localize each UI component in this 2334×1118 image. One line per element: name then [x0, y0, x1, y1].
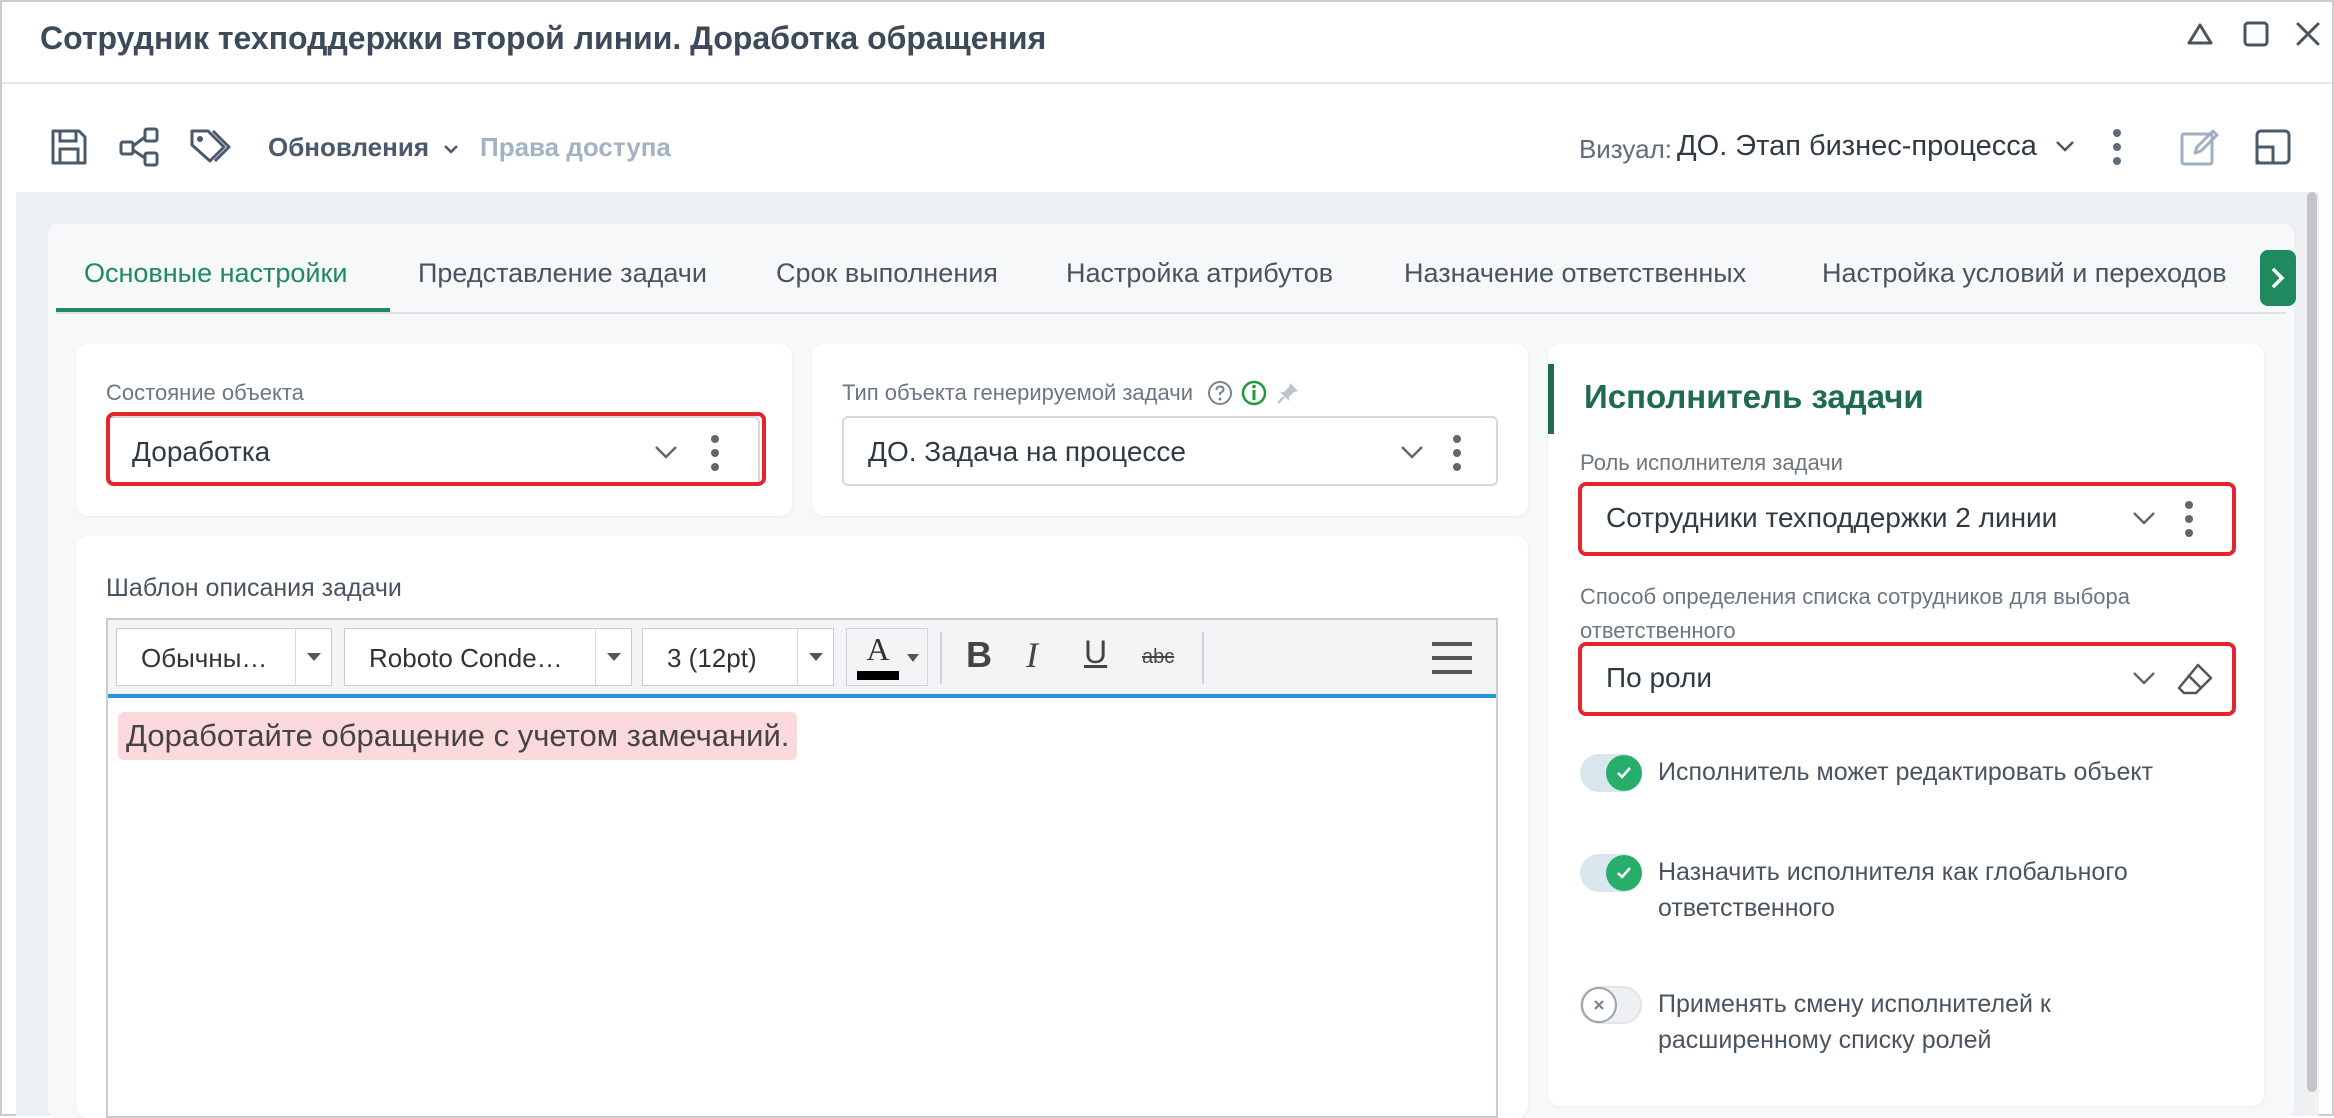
highlight-frame [1578, 642, 2236, 716]
italic-button[interactable]: I [1026, 634, 1038, 676]
editor-content[interactable]: Доработайте обращение с учетом замечаний… [118, 712, 798, 760]
employee-list-method-label: Способ определения списка сотрудников дл… [1580, 580, 2130, 648]
task-type-select[interactable]: ДО. Задача на процессе [842, 416, 1498, 486]
chevron-down-icon [1401, 446, 1423, 459]
toggle-global-responsible-label: Назначить исполнителя как глобального от… [1658, 854, 2128, 926]
title-bar: Сотрудник техподдержки второй линии. Дор… [2, 2, 2332, 84]
chevron-down-icon [295, 629, 331, 685]
bold-button[interactable]: B [966, 634, 992, 676]
vertical-scrollbar[interactable] [2305, 192, 2319, 1116]
more-options-icon[interactable] [2094, 124, 2140, 170]
text-color-swatch [857, 671, 899, 680]
chevron-down-icon [2056, 141, 2074, 152]
task-type-card: Тип объекта генерируемой задачи ДО. Зада… [812, 344, 1528, 516]
underline-button[interactable]: U [1084, 634, 1107, 671]
font-family-value: Roboto Conde… [369, 643, 563, 673]
toolbar-separator [940, 632, 942, 684]
cross-icon [1581, 987, 1617, 1023]
executor-role-label: Роль исполнителя задачи [1580, 450, 1843, 475]
collapse-icon[interactable] [2180, 14, 2220, 54]
toggle-label-line1: Применять смену исполнителей к [1658, 990, 2051, 1018]
active-tab-indicator [56, 308, 390, 312]
font-size-value: 3 (12pt) [667, 643, 757, 673]
layout-icon[interactable] [2250, 124, 2296, 170]
menu-icon[interactable] [1432, 640, 1472, 681]
window-title: Сотрудник техподдержки второй линии. Дор… [40, 20, 1047, 56]
toggle-global-responsible[interactable] [1580, 854, 1642, 892]
app-window: Сотрудник техподдержки второй линии. Дор… [0, 0, 2334, 1118]
tags-icon[interactable] [188, 124, 234, 170]
font-family-select[interactable]: Roboto Conde… [344, 628, 632, 686]
updates-label: Обновления [268, 132, 430, 162]
check-icon [1606, 855, 1642, 891]
paragraph-style-value: Обычны… [141, 643, 268, 673]
highlight-frame [1578, 482, 2236, 556]
chevron-down-icon [595, 629, 631, 685]
visual-label: Визуал: [1578, 134, 1672, 164]
toggle-label-line1: Назначить исполнителя как глобального [1658, 858, 2128, 886]
task-type-value: ДО. Задача на процессе [868, 436, 1187, 467]
toolbar: Обновления Права доступа Визуал: ДО. Эта… [2, 86, 2332, 192]
section-accent [1548, 364, 1554, 434]
visual-select[interactable]: ДО. Этап бизнес-процесса [1677, 130, 2077, 163]
save-icon[interactable] [46, 124, 92, 170]
share-icon[interactable] [116, 124, 162, 170]
object-state-label: Состояние объекта [106, 380, 304, 405]
task-type-label-text: Тип объекта генерируемой задачи [842, 380, 1194, 405]
edit-form-icon[interactable] [2176, 124, 2222, 170]
pin-icon[interactable] [1275, 380, 1301, 406]
more-options-icon[interactable] [1452, 434, 1462, 472]
chevron-down-icon [797, 629, 833, 685]
strikethrough-button[interactable]: abc [1142, 646, 1174, 669]
help-icon[interactable] [1207, 380, 1233, 406]
executor-section-title: Исполнитель задачи [1584, 378, 1924, 415]
tab-deadline[interactable]: Срок выполнения [776, 258, 998, 289]
chevron-down-icon [905, 651, 921, 669]
toggle-can-edit-object[interactable] [1580, 754, 1642, 792]
chevron-down-icon [444, 145, 459, 154]
task-type-label: Тип объекта генерируемой задачи [842, 380, 1301, 406]
tab-bar: Основные настройки Представление задачи … [56, 242, 2286, 314]
close-icon[interactable] [2288, 14, 2328, 54]
template-label: Шаблон описания задачи [106, 574, 402, 602]
toggle-label-line2: расширенному списку ролей [1658, 1026, 1992, 1054]
tab-assignees[interactable]: Назначение ответственных [1404, 258, 1746, 289]
scrollbar-thumb[interactable] [2307, 192, 2317, 1092]
toolbar-separator [1202, 632, 1204, 684]
paragraph-style-select[interactable]: Обычны… [116, 628, 332, 686]
toggle-can-edit-object-label: Исполнитель может редактировать объект [1658, 754, 2153, 790]
updates-menu[interactable]: Обновления [268, 132, 460, 163]
tab-conditions[interactable]: Настройка условий и переходов [1822, 258, 2227, 289]
maximize-icon[interactable] [2236, 14, 2276, 54]
toggle-extended-roles-label: Применять смену исполнителей к расширенн… [1658, 986, 2051, 1058]
text-color-button[interactable]: A [846, 628, 928, 686]
info-icon[interactable] [1241, 380, 1267, 406]
toggle-label-line1: Исполнитель может редактировать объект [1658, 758, 2154, 786]
tab-attributes[interactable]: Настройка атрибутов [1066, 258, 1333, 289]
tab-task-view[interactable]: Представление задачи [418, 258, 707, 289]
toggle-extended-roles[interactable] [1580, 986, 1642, 1024]
highlight-frame [106, 412, 766, 486]
tabs-scroll-right-button[interactable] [2260, 250, 2296, 306]
method-label-line1: Способ определения списка сотрудников дл… [1580, 584, 2130, 609]
toggle-label-line2: ответственного [1658, 894, 1835, 922]
visual-value: ДО. Этап бизнес-процесса [1677, 130, 2037, 162]
check-icon [1606, 755, 1642, 791]
editor-toolbar: Обычны… Roboto Conde… 3 (12pt) A B I U a… [108, 620, 1496, 698]
tab-basic-settings[interactable]: Основные настройки [84, 258, 347, 289]
font-size-select[interactable]: 3 (12pt) [642, 628, 834, 686]
text-color-letter: A [866, 631, 890, 667]
rich-text-editor[interactable]: Обычны… Roboto Conde… 3 (12pt) A B I U a… [106, 618, 1498, 1118]
access-rights-link[interactable]: Права доступа [480, 132, 671, 163]
chevron-right-icon [2272, 268, 2285, 288]
